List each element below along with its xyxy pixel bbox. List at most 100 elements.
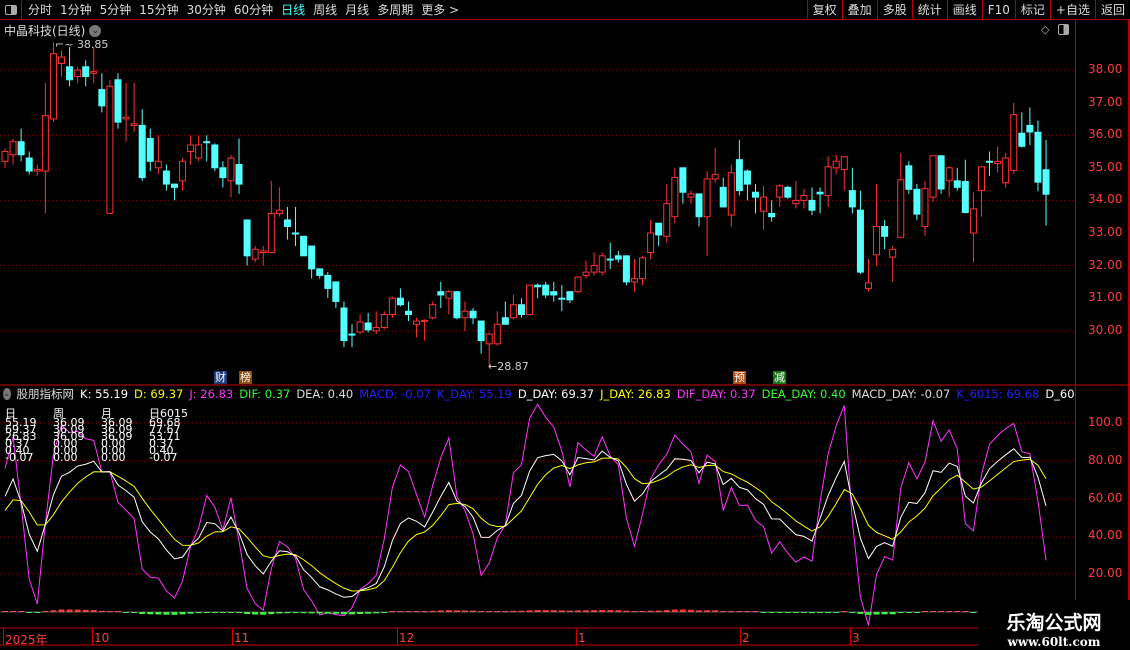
candle[interactable] — [154, 160, 162, 169]
candle[interactable] — [332, 281, 340, 302]
candle[interactable] — [235, 164, 243, 185]
candle[interactable] — [74, 69, 82, 78]
candle[interactable] — [283, 219, 291, 227]
candle[interactable] — [1042, 169, 1050, 195]
candle[interactable] — [421, 319, 429, 322]
candle[interactable] — [396, 297, 404, 306]
candle[interactable] — [703, 178, 711, 218]
candle[interactable] — [647, 232, 655, 254]
candle[interactable] — [1026, 124, 1034, 133]
candle[interactable] — [437, 291, 445, 296]
candle[interactable] — [687, 193, 695, 198]
candle[interactable] — [598, 255, 606, 273]
candle[interactable] — [509, 304, 517, 319]
candle[interactable] — [275, 209, 283, 214]
candle[interactable] — [824, 166, 832, 197]
candle[interactable] — [889, 248, 897, 258]
candle[interactable] — [566, 291, 574, 301]
candle[interactable] — [372, 327, 380, 332]
candle[interactable] — [856, 209, 864, 273]
candle[interactable] — [33, 168, 41, 172]
candle[interactable] — [679, 167, 687, 193]
candle[interactable] — [711, 173, 719, 180]
candle[interactable] — [719, 186, 727, 208]
candle[interactable] — [1018, 132, 1026, 147]
candle[interactable] — [308, 245, 316, 270]
candle[interactable] — [98, 89, 106, 107]
candle[interactable] — [534, 284, 542, 288]
candle[interactable] — [388, 297, 396, 316]
candle[interactable] — [138, 124, 146, 179]
candle[interactable] — [380, 314, 388, 329]
candle[interactable] — [526, 284, 534, 316]
candle[interactable] — [1, 151, 9, 162]
candle[interactable] — [364, 322, 372, 331]
candle[interactable] — [663, 203, 671, 237]
candle[interactable] — [977, 166, 985, 192]
candle[interactable] — [994, 160, 1002, 165]
candle[interactable] — [405, 310, 412, 315]
candle[interactable] — [800, 195, 808, 201]
candle[interactable] — [760, 196, 768, 212]
candle[interactable] — [259, 250, 267, 254]
candle[interactable] — [929, 155, 937, 198]
candle[interactable] — [49, 53, 57, 120]
candle[interactable] — [542, 284, 550, 296]
candle[interactable] — [146, 137, 154, 162]
kline-chart[interactable] — [0, 0, 1130, 650]
signal-marker[interactable]: 减 — [773, 371, 786, 384]
candle[interactable] — [897, 179, 905, 238]
candle[interactable] — [622, 255, 630, 283]
candle[interactable] — [57, 56, 65, 64]
candle[interactable] — [90, 71, 98, 74]
candle[interactable] — [82, 66, 90, 78]
candle[interactable] — [122, 116, 130, 120]
chevron-down-icon[interactable]: ⌄ — [3, 388, 11, 400]
candle[interactable] — [905, 165, 913, 190]
candle[interactable] — [558, 297, 566, 300]
candle[interactable] — [461, 310, 469, 319]
candle[interactable] — [606, 258, 614, 261]
candle[interactable] — [864, 282, 872, 289]
candle[interactable] — [1010, 114, 1018, 171]
candle[interactable] — [582, 271, 590, 276]
candle[interactable] — [17, 141, 25, 156]
candle[interactable] — [913, 188, 921, 215]
candle[interactable] — [485, 333, 493, 345]
candle[interactable] — [671, 177, 679, 218]
candle[interactable] — [832, 160, 840, 169]
candle[interactable] — [501, 317, 509, 325]
candle[interactable] — [348, 333, 356, 336]
candle[interactable] — [639, 257, 647, 280]
candle[interactable] — [743, 170, 751, 185]
candle[interactable] — [66, 66, 74, 81]
candle[interactable] — [251, 248, 259, 260]
candle[interactable] — [1002, 157, 1010, 184]
candle[interactable] — [937, 155, 945, 190]
indicator-name[interactable]: 股朋指标网 — [17, 387, 75, 401]
candle[interactable] — [792, 199, 800, 205]
candle[interactable] — [881, 225, 889, 237]
candle[interactable] — [550, 291, 558, 296]
candle[interactable] — [25, 157, 33, 172]
candle[interactable] — [695, 193, 703, 218]
candle[interactable] — [969, 208, 977, 234]
signal-marker[interactable]: 财 — [214, 371, 227, 384]
candle[interactable] — [517, 304, 525, 316]
candle[interactable] — [945, 167, 953, 182]
signal-marker[interactable]: 榜 — [239, 371, 252, 384]
signal-marker[interactable]: 预 — [733, 371, 746, 384]
candle[interactable] — [445, 291, 453, 299]
candle[interactable] — [655, 222, 663, 236]
candle[interactable] — [614, 255, 622, 260]
candle[interactable] — [816, 191, 824, 195]
candle[interactable] — [179, 160, 187, 182]
candle[interactable] — [574, 276, 582, 293]
candle[interactable] — [195, 144, 203, 159]
candle[interactable] — [211, 144, 219, 169]
candle[interactable] — [590, 265, 598, 273]
candle[interactable] — [727, 172, 735, 216]
candle[interactable] — [429, 304, 437, 319]
candle[interactable] — [324, 274, 332, 289]
candle[interactable] — [986, 160, 994, 163]
